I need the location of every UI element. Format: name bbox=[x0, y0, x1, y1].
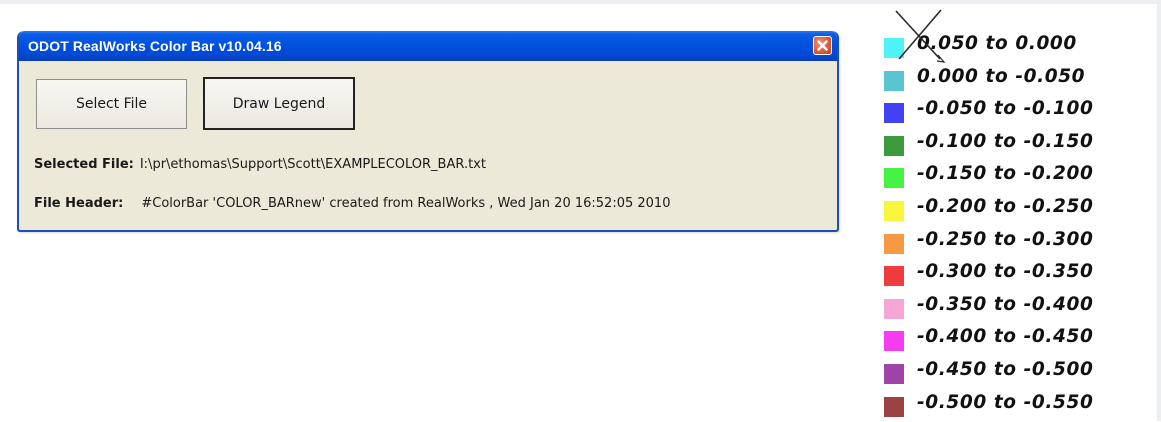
legend-range-label: -0.150 to -0.200 bbox=[917, 163, 1094, 185]
legend-range-label: -0.450 to -0.500 bbox=[917, 359, 1094, 380]
file-header-value: #ColorBar 'COLOR_BARnew' created from Re… bbox=[141, 196, 671, 211]
legend-item: -0.050 to -0.100 bbox=[884, 95, 1154, 128]
draw-legend-button[interactable]: Draw Legend bbox=[203, 77, 355, 130]
selected-file-line: Selected File: I:\pr\ethomas\Support\Scot… bbox=[34, 157, 486, 172]
file-header-line: File Header: #ColorBar 'COLOR_BARnew' cre… bbox=[34, 196, 670, 211]
color-swatch bbox=[884, 266, 904, 287]
file-header-label: File Header: bbox=[34, 196, 124, 211]
select-file-label: Select File bbox=[75, 96, 148, 112]
legend-range-label: -0.300 to -0.350 bbox=[917, 261, 1094, 283]
legend-item: -0.150 to -0.200 bbox=[884, 160, 1154, 193]
legend-item: -0.350 to -0.400 bbox=[884, 291, 1154, 324]
select-file-button[interactable]: Select File bbox=[36, 79, 187, 129]
selected-file-value: I:\pr\ethomas\Support\Scott\EXAMPLECOLOR… bbox=[139, 157, 486, 172]
draw-legend-label: Draw Legend bbox=[232, 95, 326, 112]
screen-edge-top bbox=[0, 0, 1161, 4]
color-swatch bbox=[884, 135, 904, 156]
legend-range-label: -0.200 to -0.250 bbox=[917, 196, 1094, 217]
color-swatch bbox=[884, 201, 904, 221]
legend-item: -0.500 to -0.550 bbox=[884, 389, 1154, 422]
legend-item: -0.250 to -0.300 bbox=[884, 226, 1154, 259]
color-swatch bbox=[884, 233, 904, 254]
window-title: ODOT RealWorks Color Bar v10.04.16 bbox=[28, 38, 282, 54]
x-cursor-icon bbox=[895, 9, 946, 63]
legend-item: -0.300 to -0.350 bbox=[884, 258, 1154, 291]
legend-item: -0.100 to -0.150 bbox=[884, 128, 1154, 161]
close-button[interactable] bbox=[813, 36, 832, 55]
color-swatch bbox=[884, 103, 904, 124]
title-bar[interactable]: ODOT RealWorks Color Bar v10.04.16 bbox=[19, 31, 837, 61]
selected-file-label: Selected File: bbox=[34, 157, 134, 172]
legend-range-label: -0.400 to -0.450 bbox=[917, 326, 1094, 348]
color-swatch bbox=[884, 70, 904, 91]
legend-range-label: -0.100 to -0.150 bbox=[917, 130, 1094, 152]
color-bar-dialog: ODOT RealWorks Color Bar v10.04.16 Selec… bbox=[17, 31, 839, 232]
color-swatch bbox=[884, 331, 904, 352]
legend-range-label: -0.250 to -0.300 bbox=[917, 228, 1094, 250]
legend-range-label: -0.500 to -0.550 bbox=[917, 391, 1094, 413]
legend-item: -0.450 to -0.500 bbox=[884, 356, 1154, 389]
color-swatch bbox=[884, 298, 904, 319]
color-swatch bbox=[884, 396, 904, 417]
close-icon bbox=[817, 40, 828, 51]
screen-edge-right bbox=[1157, 0, 1161, 421]
legend-item: -0.400 to -0.450 bbox=[884, 323, 1154, 356]
legend-range-label: -0.050 to -0.100 bbox=[917, 98, 1094, 120]
legend-item: 0.000 to -0.050 bbox=[884, 63, 1154, 96]
legend-range-label: -0.350 to -0.400 bbox=[917, 293, 1094, 315]
color-swatch bbox=[884, 364, 904, 384]
color-swatch bbox=[884, 168, 904, 189]
legend-item: -0.200 to -0.250 bbox=[884, 193, 1154, 226]
legend-range-label: 0.000 to -0.050 bbox=[917, 65, 1086, 87]
